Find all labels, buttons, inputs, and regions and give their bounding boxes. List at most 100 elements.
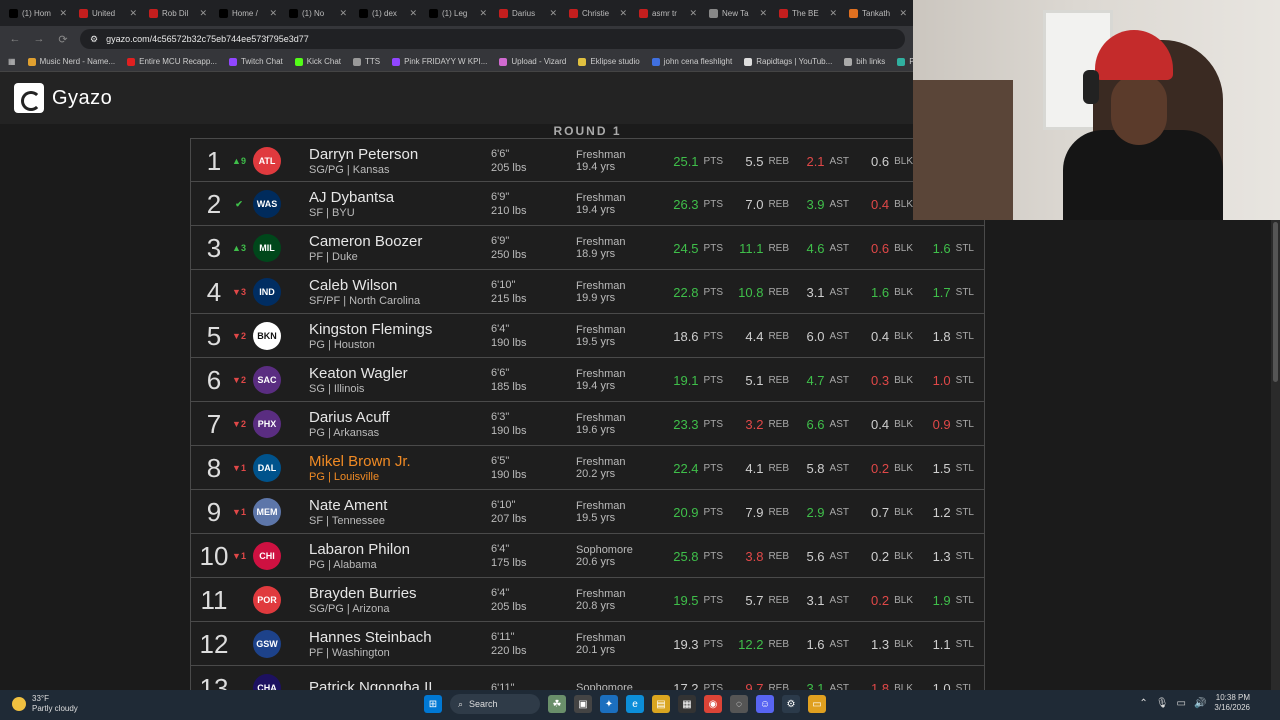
stat-reb: 5.1 REB [736,358,789,402]
draft-row[interactable]: 6 ▼2 SAC Keaton Wagler SG | Illinois 6'6" 185 … [190,358,985,402]
player-name[interactable]: Keaton Wagler [309,365,408,382]
browser-tab[interactable]: New Ta ✕ [704,2,772,24]
browser-tab[interactable]: (1) Hom ✕ [4,2,72,24]
draft-row[interactable]: 1 ▲9 ATL Darryn Peterson SG/PG | Kansas 6'6" 2… [190,138,985,182]
tab-close-icon[interactable]: ✕ [59,8,67,19]
tab-close-icon[interactable]: ✕ [549,8,557,19]
team-logo-icon: CHI [253,542,281,570]
player-name[interactable]: Kingston Flemings [309,321,432,338]
gyazo-logo-icon[interactable] [14,83,44,113]
file-explorer-icon[interactable]: ▤ [652,695,670,713]
stat-reb: 11.1 REB [736,226,789,270]
player-name[interactable]: Mikel Brown Jr. [309,453,411,470]
tab-close-icon[interactable]: ✕ [689,8,697,19]
player-weight: 190 lbs [491,425,527,437]
player-name[interactable]: Darius Acuff [309,409,390,426]
app-icon[interactable]: ◌ [730,695,748,713]
stat-ast-unit: AST [829,198,849,210]
browser-tab[interactable]: The BE ✕ [774,2,842,24]
back-icon[interactable]: ← [8,33,22,45]
browser-tab[interactable]: Christie ✕ [564,2,632,24]
taskbar-search[interactable]: ⌕ Search [450,694,540,714]
microphone-icon[interactable]: 🎙 [1156,698,1169,709]
draft-row[interactable]: 11 POR Brayden Burries SG/PG | Arizona 6'4" 2… [190,578,985,622]
browser-tab[interactable]: (1) Leg ✕ [424,2,492,24]
browser-tab[interactable]: Tankath ✕ [844,2,912,24]
player-name[interactable]: Darryn Peterson [309,146,418,163]
player-name[interactable]: Cameron Boozer [309,233,422,250]
draft-row[interactable]: 9 ▼1 MEM Nate Ament SF | Tennessee 6'10" 207 l… [190,490,985,534]
url-field[interactable]: ⚙ gyazo.com/4c56572b32c75eb744ee573f795e… [80,29,905,49]
browser-tab[interactable]: asmr tr ✕ [634,2,702,24]
steam-icon[interactable]: ⚙ [782,695,800,713]
folder-icon[interactable]: ▭ [808,695,826,713]
edge-icon[interactable]: e [626,695,644,713]
player-name[interactable]: Hannes Steinbach [309,629,432,646]
site-info-icon[interactable]: ⚙ [90,34,98,45]
copilot-icon[interactable]: ✦ [600,695,618,713]
player-name[interactable]: Caleb Wilson [309,277,397,294]
bookmark-item[interactable]: Twitch Chat [228,57,283,66]
widgets-icon[interactable]: ☘ [548,695,566,713]
bookmark-item[interactable]: Rapidtags | YouTub... [744,57,832,66]
scrollbar-thumb[interactable] [1273,222,1278,382]
tab-favicon-icon [9,8,18,18]
draft-row[interactable]: 10 ▼1 CHI Labaron Philon PG | Alabama 6'4" 175… [190,534,985,578]
draft-row[interactable]: 3 ▲3 MIL Cameron Boozer PF | Duke 6'9" 250 lbs… [190,226,985,270]
tab-close-icon[interactable]: ✕ [829,8,837,19]
browser-tab[interactable]: Home / ✕ [214,2,282,24]
browser-tab[interactable]: (1) dex ✕ [354,2,422,24]
draft-row[interactable]: 2 ✔ WAS AJ Dybantsa SF | BYU 6'9" 210 lbs Fresh… [190,182,985,226]
draft-row[interactable]: 12 GSW Hannes Steinbach PF | Washington 6'11… [190,622,985,666]
player-height: 6'4" [491,543,510,555]
bookmark-item[interactable]: Upload - Vizard [499,57,566,66]
bookmark-item[interactable]: Pink FRIDAYY W KPI... [392,57,487,66]
browser-tab[interactable]: Darius ✕ [494,2,562,24]
chrome-icon[interactable]: ◉ [704,695,722,713]
tab-close-icon[interactable]: ✕ [479,8,487,19]
tab-close-icon[interactable]: ✕ [269,8,277,19]
store-icon[interactable]: ▦ [678,695,696,713]
tray-chevron-icon[interactable]: ⌃ [1139,698,1147,709]
bookmark-item[interactable]: Music Nerd - Name... [27,57,115,66]
bookmark-item[interactable]: bih links [844,57,885,66]
bookmark-item[interactable]: Photopea [897,57,913,66]
network-icon[interactable]: ▭ [1177,698,1186,709]
volume-icon[interactable]: 🔊 [1194,698,1206,709]
bookmark-item[interactable]: Eklipse studio [578,57,640,66]
player-name[interactable]: Brayden Burries [309,585,417,602]
tab-close-icon[interactable]: ✕ [409,8,417,19]
tab-close-icon[interactable]: ✕ [619,8,627,19]
reload-icon[interactable]: ⟳ [56,33,70,46]
tab-close-icon[interactable]: ✕ [339,8,347,19]
draft-row[interactable]: 8 ▼1 DAL Mikel Brown Jr. PG | Louisville 6'5"… [190,446,985,490]
bookmark-item[interactable]: john cena fleshlight [651,57,732,66]
tab-close-icon[interactable]: ✕ [129,8,137,19]
search-icon: ⌕ [458,698,464,709]
tab-close-icon[interactable]: ✕ [759,8,767,19]
player-name[interactable]: Labaron Philon [309,541,410,558]
task-view-icon[interactable]: ▣ [574,695,592,713]
browser-tab[interactable]: Rob Dil ✕ [144,2,212,24]
start-icon[interactable]: ⊞ [424,695,442,713]
draft-row[interactable]: 7 ▼2 PHX Darius Acuff PG | Arkansas 6'3" 190 l… [190,402,985,446]
bookmark-item[interactable]: Entire MCU Recapp... [127,57,217,66]
apps-icon[interactable]: ▦ [8,57,16,66]
stat-blk: 0.3 BLK [863,358,913,402]
bookmark-item[interactable]: Kick Chat [294,57,341,66]
draft-row[interactable]: 4 ▼3 IND Caleb Wilson SF/PF | North Carolina… [190,270,985,314]
draft-row[interactable]: 5 ▼2 BKN Kingston Flemings PG | Houston 6'4" 1… [190,314,985,358]
stat-ast: 1.6 AST [801,622,849,666]
clock[interactable]: 10:38 PM 3/16/2026 [1214,693,1250,713]
tab-close-icon[interactable]: ✕ [199,8,207,19]
discord-icon[interactable]: ☺ [756,695,774,713]
forward-icon[interactable]: → [32,33,46,45]
bookmark-item[interactable]: TTS [352,57,380,66]
tab-close-icon[interactable]: ✕ [899,8,907,19]
stat-stl-unit: STL [955,374,974,386]
player-name[interactable]: Nate Ament [309,497,387,514]
browser-tab[interactable]: (1) No ✕ [284,2,352,24]
browser-tab[interactable]: United ✕ [74,2,142,24]
weather-widget[interactable]: 33°F Partly cloudy [12,694,78,714]
player-name[interactable]: AJ Dybantsa [309,189,394,206]
